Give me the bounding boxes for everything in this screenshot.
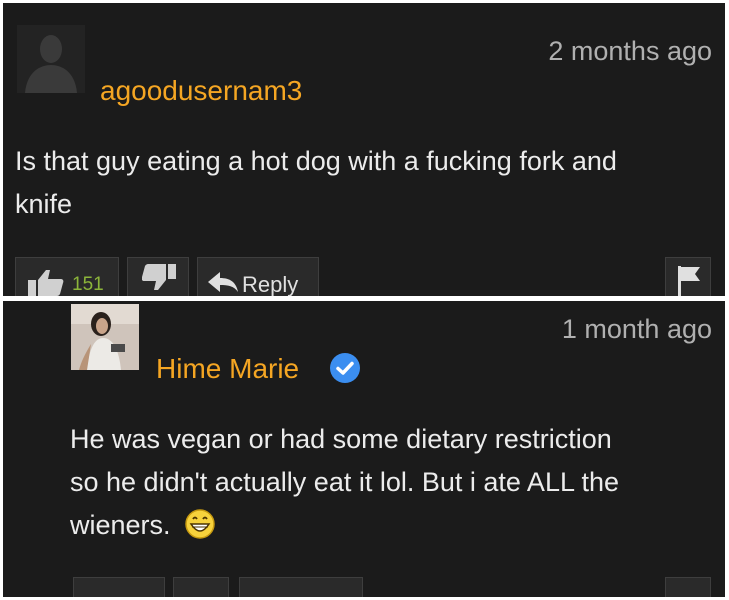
reply-label: Reply [242,272,299,296]
verified-badge-icon [329,352,361,389]
comment-timestamp: 2 months ago [548,36,712,66]
flag-button[interactable] [665,577,711,597]
default-user-icon [17,25,85,93]
reply-comment-card: 1 month ago Hime Marie He was vegan or h… [3,301,725,597]
comment-username[interactable]: Hime Marie [156,353,299,385]
reply-arrow-icon [208,272,238,292]
comment-text-line: wieners. [70,510,171,540]
grinning-emoji-icon [184,508,216,553]
upvote-count: 151 [72,274,104,295]
thumbs-up-icon [28,270,64,296]
downvote-button[interactable] [127,257,189,296]
comment-text-line: knife [15,189,73,219]
comment-username[interactable]: agoodusernam3 [100,75,302,107]
comment-text-line: Is that guy eating a hot dog with a fuck… [15,146,617,176]
avatar[interactable] [71,304,139,370]
flag-icon [678,266,700,296]
comment-text-line: so he didn't actually eat it lol. But i … [70,467,620,497]
comment-text: Is that guy eating a hot dog with a fuck… [15,140,720,226]
upvote-button[interactable] [73,577,165,597]
comment-text: He was vegan or had some dietary restric… [70,418,720,553]
thumbs-down-icon [142,264,176,290]
comment-card: 2 months ago agoodusernam3 Is that guy e… [3,3,725,296]
comment-timestamp: 1 month ago [561,314,712,344]
avatar[interactable] [17,25,85,93]
comment-text-line: He was vegan or had some dietary restric… [70,424,612,454]
flag-button[interactable] [665,257,711,296]
downvote-button[interactable] [173,577,229,597]
user-photo-avatar [71,304,139,370]
upvote-button[interactable]: 151 [15,257,119,296]
reply-button[interactable]: Reply [197,257,319,296]
reply-button[interactable] [239,577,363,597]
comment-text-line-last: wieners. [70,504,720,553]
